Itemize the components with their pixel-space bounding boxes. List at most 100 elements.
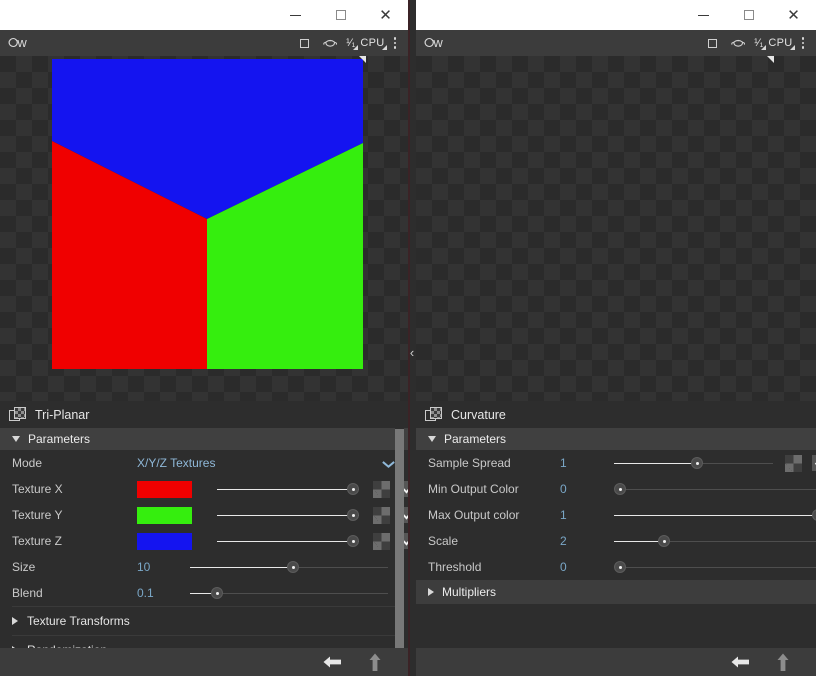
toolbar-right-group: ¹⁄₁ CPU <box>292 33 408 53</box>
texture-y-slider[interactable] <box>217 508 359 522</box>
chevron-down-icon[interactable] <box>383 458 394 469</box>
app-root: ✕ ⭘w ¹⁄₁ CPU Tri-Planar Parameters Mode … <box>0 0 816 676</box>
kebab-menu-icon[interactable] <box>388 37 403 49</box>
section-multipliers-label: Multipliers <box>442 585 497 599</box>
tri-planar-cube-preview[interactable] <box>52 59 363 369</box>
teapot-icon[interactable] <box>318 33 342 53</box>
max-output-color-slider[interactable] <box>614 508 816 522</box>
sample-spread-checkbox[interactable] <box>812 455 816 471</box>
node-title: Tri-Planar <box>35 407 90 422</box>
scale-slider[interactable] <box>614 534 816 548</box>
row-blend: Blend 0.1 <box>0 580 408 606</box>
render-ratio-button[interactable]: ¹⁄₁ <box>344 37 359 50</box>
row-size: Size 10 <box>0 554 408 580</box>
window-divider: ‹ <box>408 0 416 676</box>
viewport-corner-icon <box>767 56 774 63</box>
row-mode[interactable]: Mode X/Y/Z Textures <box>0 450 408 476</box>
minimize-button[interactable] <box>681 0 726 30</box>
texture-z-color-swatch[interactable] <box>137 532 192 550</box>
viewport-right[interactable] <box>416 56 816 401</box>
panel-scrollbar-left[interactable] <box>395 426 404 676</box>
row-blend-value[interactable]: 0.1 <box>137 586 190 600</box>
row-scale-value[interactable]: 2 <box>560 534 614 548</box>
texture-z-slider[interactable] <box>217 534 359 548</box>
arrow-left-icon[interactable] <box>323 655 342 669</box>
maximize-button[interactable] <box>726 0 771 30</box>
section-texture-transforms[interactable]: Texture Transforms <box>0 607 408 635</box>
texture-z-pattern-button[interactable] <box>373 532 390 550</box>
blend-slider[interactable] <box>190 586 388 600</box>
app-toolbar-right: ⭘w ¹⁄₁ CPU <box>416 30 816 56</box>
close-button[interactable]: ✕ <box>771 0 816 30</box>
row-max-output-color-value[interactable]: 1 <box>560 508 614 522</box>
row-sample-spread: Sample Spread 1 <box>416 450 816 476</box>
sample-spread-pattern-button[interactable] <box>785 454 802 472</box>
link-icon[interactable]: ⭘w <box>424 35 443 51</box>
section-multipliers[interactable]: Multipliers <box>416 580 816 604</box>
row-size-value[interactable]: 10 <box>137 560 190 574</box>
dropdown-corner-icon <box>761 45 767 50</box>
cube-render <box>52 59 363 369</box>
row-mode-label: Mode <box>12 456 43 470</box>
sample-spread-slider[interactable] <box>614 456 773 470</box>
square-outline-icon[interactable] <box>700 33 724 53</box>
collapse-panel-button[interactable]: ‹ <box>408 343 416 363</box>
titlebar-left: ✕ <box>0 0 408 30</box>
maximize-button[interactable] <box>318 0 363 30</box>
chevron-down-icon <box>12 436 20 442</box>
properties-panel-left: Tri-Planar Parameters Mode X/Y/Z Texture… <box>0 401 408 676</box>
row-max-output-color: Max Output color 1 <box>416 502 816 528</box>
min-output-color-slider[interactable] <box>614 482 816 496</box>
texture-y-pattern-button[interactable] <box>373 506 390 524</box>
row-max-output-color-label: Max Output color <box>428 508 520 522</box>
viewport-left[interactable] <box>0 56 408 401</box>
teapot-glyph <box>730 39 745 47</box>
row-threshold-label: Threshold <box>428 560 482 574</box>
row-min-output-color-label: Min Output Color <box>428 482 519 496</box>
row-threshold-value[interactable]: 0 <box>560 560 614 574</box>
teapot-icon[interactable] <box>726 33 750 53</box>
arrow-up-icon[interactable] <box>776 653 790 672</box>
texture-x-pattern-button[interactable] <box>373 480 390 498</box>
kebab-menu-icon[interactable] <box>796 37 811 49</box>
parameter-rows-right: Sample Spread 1 Min Output Color 0 Max O… <box>416 450 816 580</box>
properties-panel-right: Curvature Parameters Sample Spread 1 Min… <box>416 401 816 676</box>
close-icon: ✕ <box>787 5 800 24</box>
cpu-engine-button[interactable]: CPU <box>359 37 387 50</box>
texture-x-color-swatch[interactable] <box>137 480 192 498</box>
section-parameters[interactable]: Parameters <box>416 428 816 450</box>
threshold-slider[interactable] <box>614 560 816 574</box>
row-mode-value[interactable]: X/Y/Z Textures <box>137 456 215 470</box>
node-header-left: Tri-Planar <box>0 401 408 428</box>
scrollbar-thumb[interactable] <box>395 429 404 674</box>
square-outline-icon[interactable] <box>292 33 316 53</box>
row-texture-x: Texture X <box>0 476 408 502</box>
arrow-up-icon[interactable] <box>368 653 382 672</box>
dropdown-corner-icon <box>353 45 359 50</box>
row-size-label: Size <box>12 560 36 574</box>
row-min-output-color-value[interactable]: 0 <box>560 482 614 496</box>
cpu-engine-button[interactable]: CPU <box>767 37 795 50</box>
arrow-left-glyph <box>731 656 749 668</box>
size-slider[interactable] <box>190 560 388 574</box>
window-curvature: ✕ ⭘w ¹⁄₁ CPU Curvature Parameters Sample… <box>416 0 816 676</box>
texture-x-slider[interactable] <box>217 482 359 496</box>
chevron-down-icon <box>428 436 436 442</box>
arrow-left-icon[interactable] <box>731 655 750 669</box>
minimize-button[interactable] <box>273 0 318 30</box>
texture-y-color-swatch[interactable] <box>137 506 192 524</box>
row-texture-z: Texture Z <box>0 528 408 554</box>
arrow-up-glyph <box>369 653 381 671</box>
row-sample-spread-value[interactable]: 1 <box>560 456 614 470</box>
render-ratio-button[interactable]: ¹⁄₁ <box>752 37 767 50</box>
close-button[interactable]: ✕ <box>363 0 408 30</box>
arrow-left-glyph <box>323 656 341 668</box>
section-parameters-label: Parameters <box>28 432 91 446</box>
row-scale: Scale 2 <box>416 528 816 554</box>
minimize-icon <box>698 14 709 16</box>
section-parameters[interactable]: Parameters <box>0 428 408 450</box>
toolbar-left-group: ⭘w <box>416 35 443 51</box>
divider-seam <box>408 0 410 676</box>
window-tri-planar: ✕ ⭘w ¹⁄₁ CPU Tri-Planar Parameters Mode … <box>0 0 408 676</box>
link-icon[interactable]: ⭘w <box>8 35 27 51</box>
